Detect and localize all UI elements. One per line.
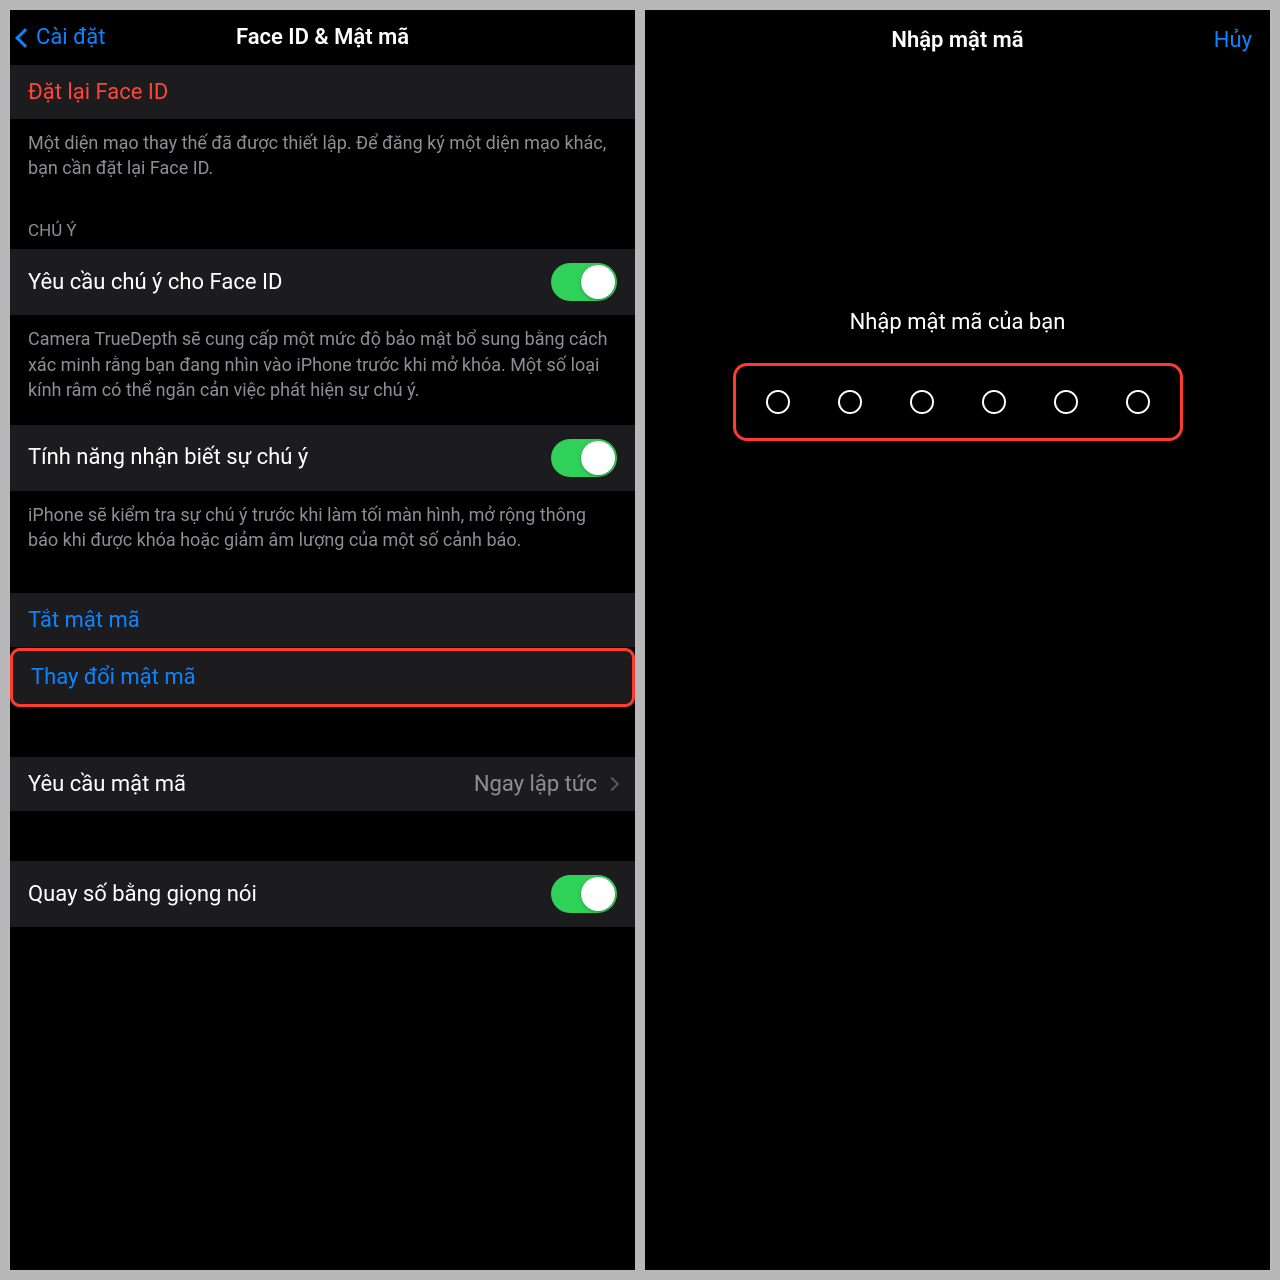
passcode-dot-icon <box>982 390 1006 414</box>
attention-aware-footer: iPhone sẽ kiểm tra sự chú ý trước khi là… <box>10 491 635 575</box>
settings-screen: Cài đặt Face ID & Mật mã Đặt lại Face ID… <box>10 10 635 1270</box>
cancel-button[interactable]: Hủy <box>1214 28 1252 53</box>
voice-dial-row[interactable]: Quay số bằng giọng nói <box>10 861 635 927</box>
back-label: Cài đặt <box>36 25 105 50</box>
require-attention-label: Yêu cầu chú ý cho Face ID <box>28 270 282 295</box>
nav-bar: Cài đặt Face ID & Mật mã <box>10 10 635 65</box>
passcode-dot-icon <box>1126 390 1150 414</box>
attention-aware-toggle[interactable] <box>551 439 617 477</box>
passcode-dot-icon <box>766 390 790 414</box>
require-passcode-label: Yêu cầu mật mã <box>28 772 186 797</box>
require-attention-footer: Camera TrueDepth sẽ cung cấp một mức độ … <box>10 315 635 425</box>
chevron-right-icon <box>605 777 619 791</box>
attention-aware-row[interactable]: Tính năng nhận biết sự chú ý <box>10 425 635 491</box>
require-passcode-value: Ngay lập tức <box>474 772 597 797</box>
passcode-prompt: Nhập mật mã của bạn <box>850 310 1066 335</box>
turn-off-passcode-label: Tắt mật mã <box>28 608 140 633</box>
page-title: Nhập mật mã <box>891 28 1023 53</box>
require-passcode-row[interactable]: Yêu cầu mật mã Ngay lập tức <box>10 757 635 811</box>
change-passcode-row[interactable]: Thay đổi mật mã <box>10 648 635 707</box>
page-title: Face ID & Mật mã <box>22 25 623 50</box>
back-button[interactable]: Cài đặt <box>18 25 105 50</box>
turn-off-passcode-row[interactable]: Tắt mật mã <box>10 593 635 647</box>
passcode-dot-icon <box>1054 390 1078 414</box>
passcode-screen: Nhập mật mã Hủy Nhập mật mã của bạn <box>645 10 1270 1270</box>
passcode-dot-icon <box>910 390 934 414</box>
change-passcode-label: Thay đổi mật mã <box>31 665 196 690</box>
attention-header: CHÚ Ý <box>10 203 635 249</box>
voice-dial-label: Quay số bằng giọng nói <box>28 882 257 907</box>
reset-faceid-footer: Một diện mạo thay thế đã được thiết lập.… <box>10 119 635 203</box>
toggle-knob-icon <box>581 877 615 911</box>
reset-faceid-row[interactable]: Đặt lại Face ID <box>10 65 635 119</box>
voice-dial-toggle[interactable] <box>551 875 617 913</box>
passcode-input[interactable] <box>733 363 1183 441</box>
passcode-content: Nhập mật mã của bạn <box>645 310 1270 441</box>
passcode-dot-icon <box>838 390 862 414</box>
require-attention-row[interactable]: Yêu cầu chú ý cho Face ID <box>10 249 635 315</box>
require-attention-toggle[interactable] <box>551 263 617 301</box>
toggle-knob-icon <box>581 265 615 299</box>
attention-aware-label: Tính năng nhận biết sự chú ý <box>28 445 308 470</box>
reset-faceid-label: Đặt lại Face ID <box>28 80 168 105</box>
nav-bar: Nhập mật mã Hủy <box>645 10 1270 70</box>
toggle-knob-icon <box>581 441 615 475</box>
chevron-left-icon <box>15 28 35 48</box>
